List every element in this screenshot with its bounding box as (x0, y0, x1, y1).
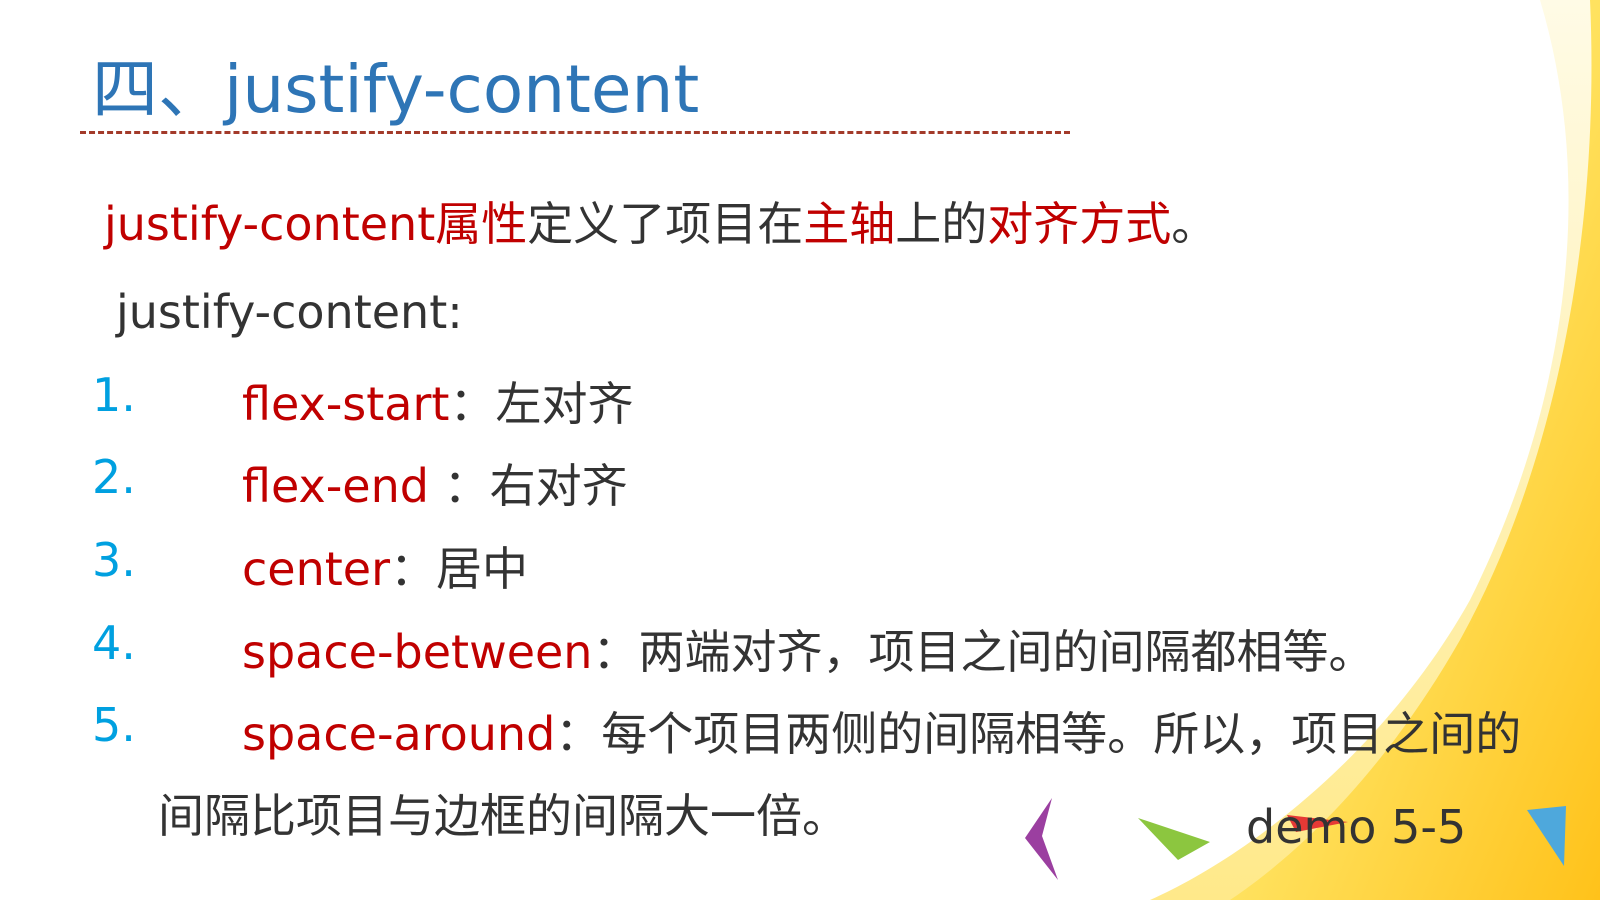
intro-segment-on: 上的 (895, 197, 988, 251)
title-divider (80, 131, 1070, 134)
slide: 四、justify-content justify-content属性定义了项目… (0, 0, 1600, 900)
intro-sentence: justify-content属性定义了项目在主轴上的对齐方式。 (104, 188, 1217, 254)
slide-title: 四、justify-content (92, 51, 700, 128)
list-keyword: center (242, 542, 390, 596)
intro-segment-main-axis: 主轴 (803, 197, 896, 251)
list-item-space-around-continuation: 间隔比项目与边框的间隔大一倍。 (158, 789, 848, 843)
background-decoration (1025, 0, 1600, 900)
list-description: ：两端对齐，项目之间的间隔都相等。 (592, 625, 1375, 679)
list-number: 1. (92, 368, 136, 422)
list-keyword: flex-start (242, 377, 450, 431)
list-body: space-between：两端对齐，项目之间的间隔都相等。 (242, 616, 1374, 682)
list-description: ：左对齐 (449, 377, 634, 431)
intro-segment-alignment: 对齐方式 (987, 197, 1172, 251)
list-description: ：居中 (390, 542, 528, 596)
intro-segment-defines: 定义了项目在 (527, 197, 804, 251)
list-keyword: space-between (242, 625, 593, 679)
list-number: 5. (92, 698, 136, 752)
list-number: 3. (92, 533, 136, 587)
list-description: ：每个项目两侧的间隔相等。所以，项目之间的 (555, 707, 1522, 761)
list-body: flex-end ：右对齐 (242, 450, 628, 516)
list-number: 4. (92, 616, 136, 670)
intro-segment-period: 。 (1171, 197, 1218, 251)
swoosh-yellow (1230, 0, 1600, 900)
list-keyword: space-around (242, 707, 556, 761)
intro-segment-property: justify-content属性 (104, 197, 528, 251)
purple-arrow-icon (1025, 798, 1058, 880)
list-body: flex-start：左对齐 (242, 368, 633, 434)
list-body: space-around：每个项目两侧的间隔相等。所以，项目之间的 (242, 698, 1521, 764)
list-keyword: flex-end (242, 459, 429, 513)
values-heading: justify-content: (116, 285, 463, 339)
green-arrow-icon (1138, 818, 1210, 860)
list-number: 2. (92, 450, 136, 504)
list-body: center：居中 (242, 533, 528, 599)
demo-label: demo 5-5 (1246, 800, 1467, 854)
list-description: ：右对齐 (428, 459, 628, 513)
